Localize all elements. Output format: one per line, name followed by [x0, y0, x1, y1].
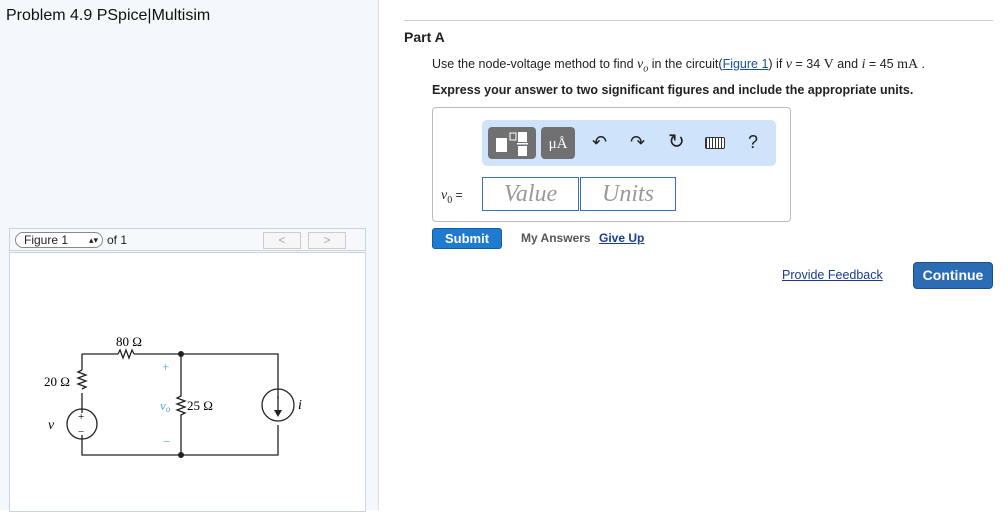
- divider: [404, 20, 993, 21]
- help-button[interactable]: ?: [748, 132, 758, 153]
- resistor-25-ohm: [175, 354, 187, 455]
- keyboard-icon[interactable]: [705, 137, 725, 149]
- math-toolbar: μÅ ↶ ↷ ↻ ?: [482, 120, 776, 166]
- figure-toolbar: Figure 1 ▴▾ of 1 < >: [9, 228, 366, 251]
- answer-label: v0 =: [441, 188, 463, 206]
- label-v: v: [48, 418, 55, 433]
- label-vo: vo: [160, 398, 171, 414]
- prev-figure-button[interactable]: <: [263, 232, 301, 249]
- undo-icon[interactable]: ↶: [592, 132, 607, 153]
- node-dot: [178, 351, 184, 357]
- vo-minus: −: [163, 434, 170, 449]
- label-80-ohm: 80 Ω: [116, 334, 142, 349]
- templates-button[interactable]: [488, 127, 536, 159]
- units-input[interactable]: Units: [580, 177, 676, 211]
- label-25-ohm: 25 Ω: [187, 398, 213, 413]
- vo-plus: +: [162, 359, 169, 374]
- figure-select-value: Figure 1: [24, 233, 69, 247]
- label-20-ohm: 20 Ω: [44, 374, 70, 389]
- node-dot: [178, 452, 184, 458]
- arrow-down-icon: [274, 410, 282, 417]
- answer-box: μÅ ↶ ↷ ↻ ? v0 = Value Units: [432, 107, 791, 222]
- question-text: Use the node-voltage method to find vo i…: [432, 57, 926, 75]
- circuit-diagram: 80 Ω 20 Ω 25 Ω + − v i + − vo: [44, 334, 302, 458]
- provide-feedback-link[interactable]: Provide Feedback: [782, 268, 883, 282]
- submit-button[interactable]: Submit: [432, 228, 502, 249]
- figure-count: of 1: [107, 233, 128, 247]
- label-i: i: [298, 398, 302, 413]
- redo-icon[interactable]: ↷: [630, 132, 645, 153]
- figure-panel: Problem 4.9 PSpice|Multisim Figure 1 ▴▾ o…: [0, 0, 379, 512]
- source-plus: +: [78, 411, 84, 423]
- resistor-20-ohm: [76, 369, 88, 390]
- reset-icon[interactable]: ↻: [668, 129, 685, 154]
- give-up-link[interactable]: Give Up: [599, 231, 644, 245]
- updown-icon: ▴▾: [88, 235, 98, 245]
- fraction-template-icon: [496, 132, 528, 156]
- resistor-80-ohm: [117, 348, 135, 360]
- source-minus: −: [78, 426, 84, 438]
- instruction-text: Express your answer to two significant f…: [432, 83, 914, 97]
- my-answers-label: My Answers: [521, 231, 591, 245]
- figure-link[interactable]: Figure 1: [723, 57, 769, 71]
- value-input[interactable]: Value: [482, 177, 579, 211]
- next-figure-button[interactable]: >: [308, 232, 346, 249]
- page-title: Problem 4.9 PSpice|Multisim: [6, 7, 211, 24]
- units-button[interactable]: μÅ: [541, 127, 575, 159]
- continue-button[interactable]: Continue: [913, 262, 993, 289]
- part-title: Part A: [404, 29, 445, 45]
- figure-select[interactable]: Figure 1 ▴▾: [15, 232, 103, 248]
- figure-area: 80 Ω 20 Ω 25 Ω + − v i + − vo: [9, 252, 366, 512]
